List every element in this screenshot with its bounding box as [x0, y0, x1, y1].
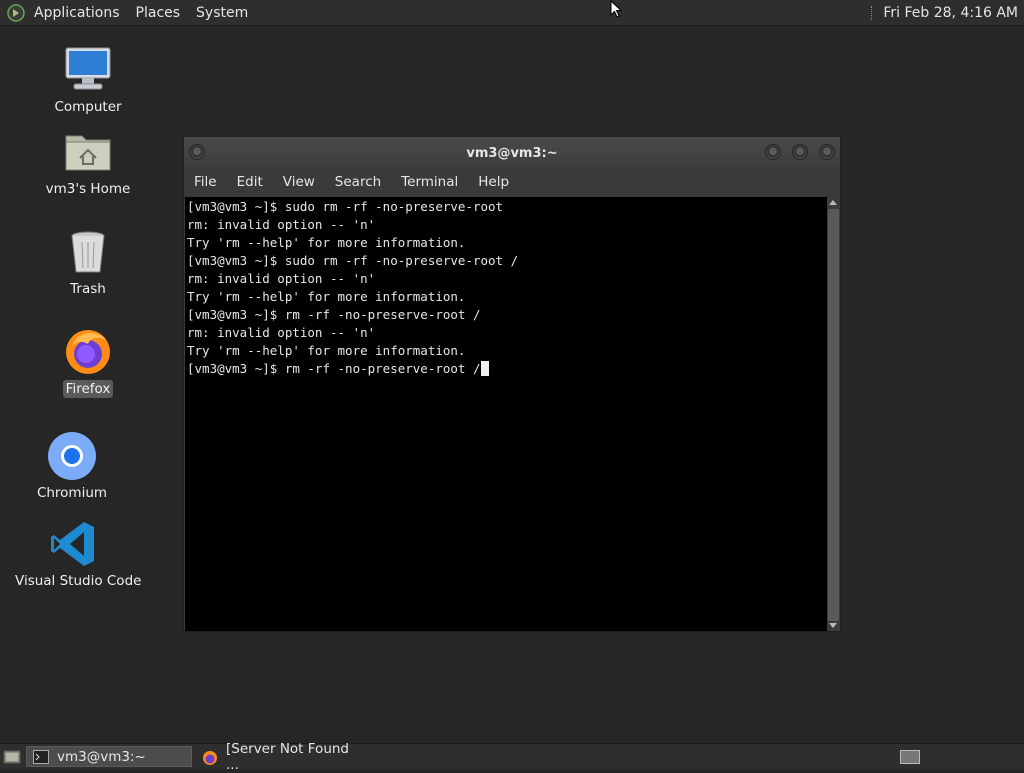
window-menu-icon[interactable]	[189, 144, 205, 160]
terminal-titlebar[interactable]: vm3@vm3:~	[184, 137, 840, 169]
mouse-pointer-icon	[610, 0, 623, 22]
vscode-icon	[48, 518, 100, 570]
chromium-icon	[46, 430, 98, 482]
minimize-icon[interactable]	[765, 144, 781, 160]
desktop-icon-home[interactable]: vm3's Home	[40, 126, 136, 198]
desktop-icon-label: vm3's Home	[45, 181, 131, 197]
terminal-icon	[33, 749, 49, 764]
taskbar-item-terminal[interactable]: vm3@vm3:~	[26, 746, 192, 767]
terminal-line: Try 'rm --help' for more information.	[187, 343, 466, 358]
terminal-scrollbar[interactable]	[827, 197, 840, 631]
menu-view[interactable]: View	[273, 174, 325, 190]
terminal-line: [vm3@vm3 ~]$ rm -rf -no-preserve-root /	[187, 307, 481, 322]
desktop-icon-computer[interactable]: Computer	[40, 44, 136, 116]
close-icon[interactable]	[819, 144, 835, 160]
terminal-line: rm: invalid option -- 'n'	[187, 325, 376, 340]
desktop-icon-label: Chromium	[36, 485, 108, 501]
terminal-line: Try 'rm --help' for more information.	[187, 235, 466, 250]
desktop-icon-firefox[interactable]: Firefox	[40, 326, 136, 398]
clock[interactable]: Fri Feb 28, 4:16 AM	[883, 5, 1018, 21]
desktop-icon-label: Visual Studio Code	[15, 573, 142, 589]
top-panel: Applications Places System Fri Feb 28, 4…	[0, 0, 1024, 26]
terminal-menubar: File Edit View Search Terminal Help	[184, 169, 840, 195]
show-desktop-icon[interactable]	[2, 748, 22, 766]
computer-icon	[62, 44, 114, 96]
firefox-icon	[62, 326, 114, 378]
desktop-icon-vscode[interactable]: Visual Studio Code	[15, 518, 141, 590]
firefox-icon	[202, 750, 218, 765]
menu-applications[interactable]: Applications	[26, 5, 128, 21]
trash-icon	[62, 226, 114, 278]
terminal-line: [vm3@vm3 ~]$ sudo rm -rf -no-preserve-ro…	[187, 199, 504, 214]
panel-right-area: Fri Feb 28, 4:16 AM	[871, 5, 1024, 21]
applications-logo-icon[interactable]	[6, 3, 26, 23]
panel-separator	[871, 5, 875, 20]
terminal-line: [vm3@vm3 ~]$ sudo rm -rf -no-preserve-ro…	[187, 253, 519, 268]
menu-file[interactable]: File	[184, 174, 227, 190]
scroll-down-icon[interactable]	[829, 623, 837, 628]
desktop-icon-label: Firefox	[62, 380, 114, 398]
terminal-output[interactable]: [vm3@vm3 ~]$ sudo rm -rf -no-preserve-ro…	[185, 197, 827, 631]
scroll-up-icon[interactable]	[829, 200, 837, 205]
desktop-icon-trash[interactable]: Trash	[40, 226, 136, 298]
scrollbar-thumb[interactable]	[828, 209, 839, 621]
menu-terminal[interactable]: Terminal	[391, 174, 468, 190]
desktop-icon-label: Computer	[54, 99, 122, 115]
text-cursor	[480, 361, 489, 376]
current-command: [vm3@vm3 ~]$ rm -rf -no-preserve-root /	[187, 361, 481, 376]
terminal-window[interactable]: vm3@vm3:~ File Edit View Search Terminal…	[183, 136, 841, 632]
workspace-switcher-icon[interactable]	[900, 749, 920, 764]
maximize-icon[interactable]	[792, 144, 808, 160]
desktop-icon-chromium[interactable]: Chromium	[24, 430, 120, 502]
bottom-panel: vm3@vm3:~ [Server Not Found ...	[0, 741, 1024, 773]
terminal-line: rm: invalid option -- 'n'	[187, 271, 376, 286]
menu-edit[interactable]: Edit	[227, 174, 273, 190]
terminal-line: Try 'rm --help' for more information.	[187, 289, 466, 304]
taskbar-item-label: vm3@vm3:~	[57, 748, 146, 765]
home-folder-icon	[62, 126, 114, 178]
menu-search[interactable]: Search	[325, 174, 391, 190]
menu-help[interactable]: Help	[468, 174, 519, 190]
desktop-icon-label: Trash	[70, 281, 106, 297]
terminal-input-line[interactable]: [vm3@vm3 ~]$ rm -rf -no-preserve-root /	[187, 360, 827, 378]
menu-places[interactable]: Places	[128, 5, 189, 21]
terminal-line: rm: invalid option -- 'n'	[187, 217, 376, 232]
menu-system[interactable]: System	[188, 5, 256, 21]
window-title: vm3@vm3:~	[466, 145, 558, 161]
taskbar-item-firefox[interactable]: [Server Not Found ...	[196, 741, 356, 773]
